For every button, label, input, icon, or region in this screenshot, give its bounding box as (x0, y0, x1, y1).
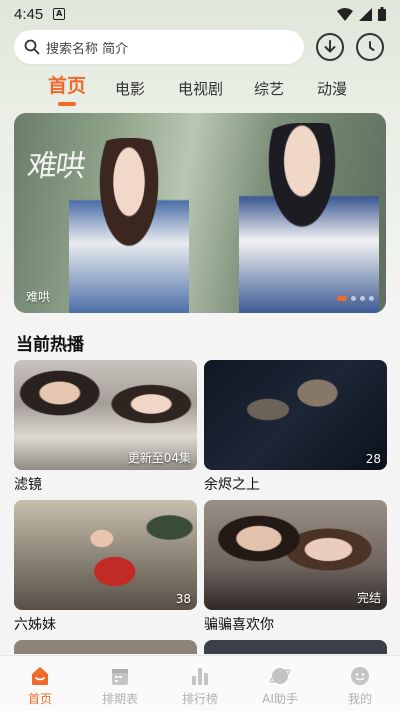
episode-badge: 更新至04集 (127, 451, 191, 465)
show-thumbnail: 38 (14, 500, 197, 610)
section-title: 当前热播 (16, 335, 84, 355)
bottom-nav: 首页 排期表 排行榜 AI助手 我的 (0, 655, 400, 711)
tab-variety[interactable]: 综艺 (254, 75, 284, 103)
show-card[interactable]: 更新至04集 滤镜 (14, 360, 197, 494)
home-icon (32, 667, 48, 685)
history-icon (369, 41, 375, 51)
banner-actress-figure (69, 138, 189, 313)
nav-ai-assistant-label: AI助手 (262, 692, 298, 706)
ai-assistant-icon (269, 668, 291, 684)
tab-tv-series[interactable]: 电视剧 (178, 75, 223, 103)
banner-actor-figure (239, 123, 379, 313)
profile-icon (351, 667, 369, 685)
nav-profile-label: 我的 (347, 692, 372, 706)
calendar-icon (112, 669, 128, 685)
tab-movies[interactable]: 电影 (115, 75, 145, 103)
show-thumbnail: 28 (204, 360, 387, 470)
show-card[interactable]: 38 六姊妹 (14, 500, 197, 634)
ranking-icon (192, 668, 208, 685)
status-time: 4:45 (14, 5, 44, 23)
status-icons (337, 7, 386, 21)
battery-icon (378, 7, 386, 21)
category-tabs: 首页 电影 电视剧 综艺 动漫 (0, 72, 400, 106)
nav-ranking-label: 排行榜 (181, 692, 218, 706)
tab-anime[interactable]: 动漫 (317, 75, 347, 103)
signal-icon (359, 7, 372, 21)
featured-banner[interactable]: 难哄 难哄 (14, 113, 386, 313)
show-title: 余烬之上 (204, 477, 260, 493)
pagination-dot (360, 296, 365, 301)
banner-calligraphy: 难哄 (25, 149, 86, 184)
search-input[interactable]: 搜索名称 简介 (14, 30, 304, 64)
nav-home-label: 首页 (27, 692, 52, 706)
nav-schedule[interactable]: 排期表 (80, 656, 160, 711)
nav-home[interactable]: 首页 (0, 656, 80, 711)
nav-schedule-label: 排期表 (101, 692, 138, 706)
pagination-dot (369, 296, 374, 301)
pagination-dot (351, 296, 356, 301)
episode-badge: 完结 (356, 591, 381, 605)
show-thumbnail: 完结 (204, 500, 387, 610)
pagination-dot-active (337, 296, 347, 301)
download-icon (324, 40, 336, 53)
show-card[interactable]: 完结 骗骗喜欢你 (204, 500, 387, 634)
nav-ai-assistant[interactable]: AI助手 (240, 656, 320, 711)
show-title: 骗骗喜欢你 (204, 617, 274, 633)
show-card[interactable]: 28 余烬之上 (204, 360, 387, 494)
tab-home[interactable]: 首页 (48, 72, 86, 100)
banner-pagination (337, 296, 374, 301)
a-badge-icon: A (53, 8, 66, 20)
search-icon (24, 39, 40, 55)
status-bar: 4:45 A (0, 0, 400, 28)
search-placeholder: 搜索名称 简介 (46, 41, 129, 57)
history-button[interactable] (356, 33, 384, 61)
active-tab-indicator (58, 102, 76, 106)
wifi-icon (337, 7, 353, 21)
show-title: 滤镜 (14, 477, 42, 493)
nav-ranking[interactable]: 排行榜 (160, 656, 240, 711)
show-title: 六姊妹 (14, 617, 56, 633)
episode-badge: 38 (175, 592, 191, 606)
show-card-partial[interactable] (14, 640, 197, 654)
nav-profile[interactable]: 我的 (320, 656, 400, 711)
banner-title: 难哄 (26, 290, 51, 304)
episode-badge: 28 (365, 452, 381, 466)
download-button[interactable] (316, 33, 344, 61)
show-thumbnail: 更新至04集 (14, 360, 197, 470)
show-card-partial[interactable] (204, 640, 387, 654)
